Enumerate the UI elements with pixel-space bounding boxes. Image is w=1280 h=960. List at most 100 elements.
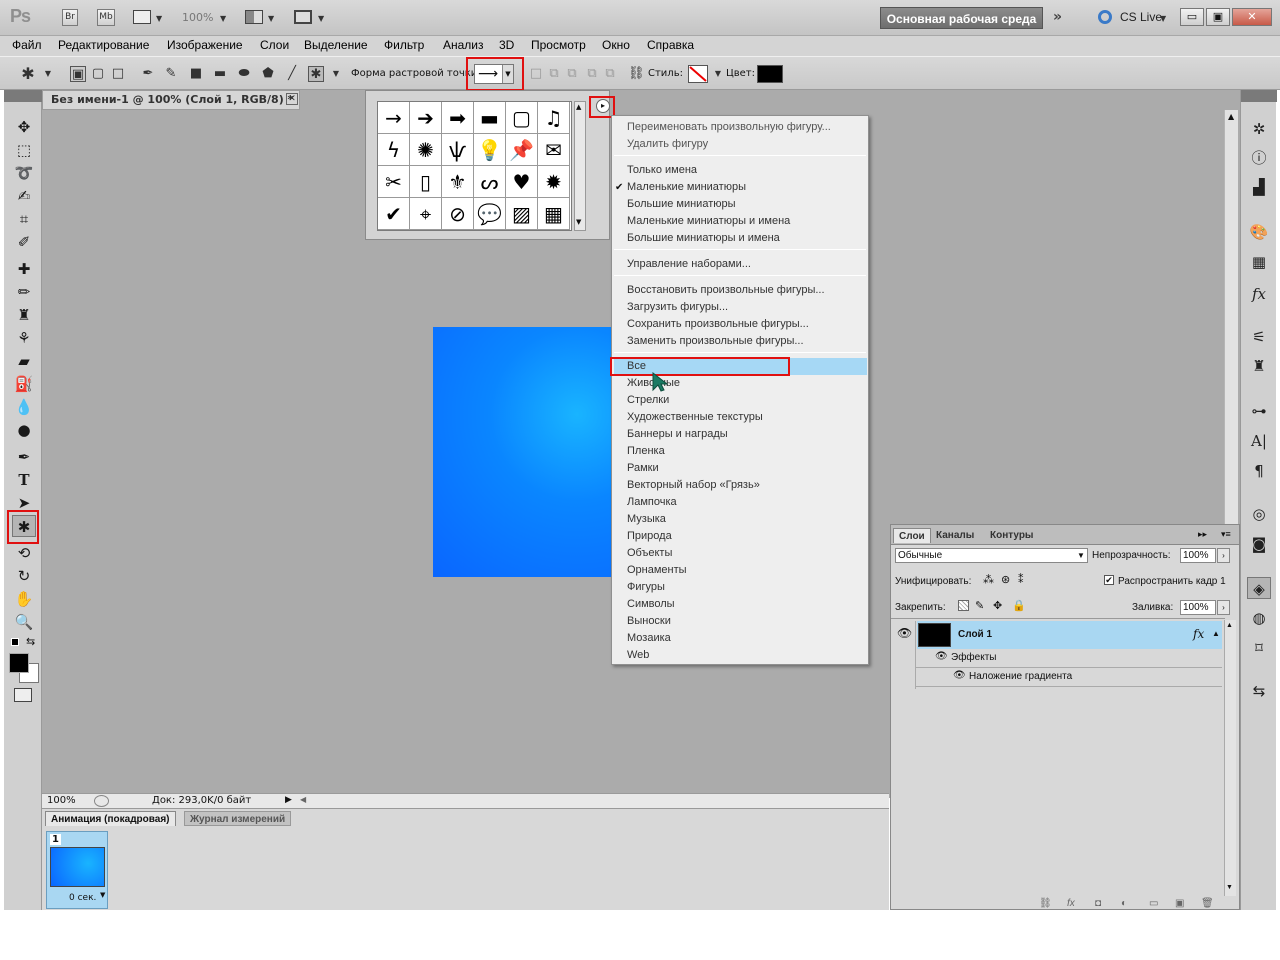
menu-edit[interactable]: Редактирование — [58, 38, 149, 52]
shape-frame-icon[interactable]: ▢ — [506, 102, 538, 134]
fill-field[interactable]: 100% — [1180, 600, 1216, 615]
custom-shape-option-icon[interactable]: ✱ — [308, 66, 324, 82]
menu-item-lightbulb[interactable]: Лампочка — [627, 494, 677, 511]
add-style-icon[interactable]: fx — [1067, 898, 1075, 909]
zoom-level[interactable]: 100% — [182, 11, 213, 24]
tool-preset-dropdown-icon[interactable]: ▼ — [40, 66, 56, 82]
menu-item-large-list[interactable]: Большие миниатюры и имена — [627, 230, 780, 247]
marquee-icon[interactable]: ⬚ — [12, 139, 36, 161]
status-info-icon[interactable] — [94, 795, 109, 807]
menu-filter[interactable]: Фильтр — [384, 38, 424, 52]
freeform-pen-icon[interactable]: ✎ — [163, 66, 179, 82]
status-zoom[interactable]: 100% — [47, 795, 76, 806]
tab-measurement-log[interactable]: Журнал измерений — [184, 811, 292, 826]
default-colors-icon[interactable] — [11, 638, 19, 646]
shape-hatch-icon[interactable]: ▨ — [506, 198, 538, 230]
menu-item-delete-shape[interactable]: Удалить фигуру — [627, 136, 708, 153]
shape-heart-icon[interactable]: ♥ — [506, 166, 538, 198]
menu-item-small-list[interactable]: Маленькие миниатюры и имена — [627, 213, 790, 230]
history-brush-icon[interactable]: ⚘ — [12, 327, 36, 349]
view-extras-dropdown-icon[interactable]: ▼ — [156, 14, 162, 23]
menu-item-talk-bubbles[interactable]: Выноски — [627, 613, 671, 630]
menu-window[interactable]: Окно — [602, 38, 630, 52]
paragraph-icon[interactable]: ¶ — [1247, 460, 1271, 482]
dock-header[interactable] — [1241, 90, 1277, 102]
combine-mode-new-icon[interactable]: □ — [528, 66, 544, 82]
layers-scroll-up-icon[interactable]: ▲ — [1226, 622, 1233, 629]
cs-live-icon[interactable] — [1098, 10, 1112, 24]
propagate-checkbox[interactable]: ✔ — [1104, 575, 1114, 585]
animation-frame[interactable]: 1 0 сек. ▼ — [46, 831, 108, 909]
paths-icon[interactable]: ▢ — [90, 66, 106, 82]
tool-presets-icon[interactable]: ⊶ — [1247, 400, 1271, 422]
lasso-icon[interactable]: ➰ — [12, 162, 36, 184]
clone-stamp-icon[interactable]: ♜ — [12, 304, 36, 326]
tools-panel-header[interactable] — [4, 90, 42, 102]
foreground-color-swatch[interactable] — [9, 653, 29, 673]
menu-item-symbols[interactable]: Символы — [627, 596, 675, 613]
color-swatch[interactable] — [757, 65, 783, 83]
layers-panel-icon[interactable]: ◈ — [1247, 577, 1271, 599]
adjustment-layer-icon[interactable]: ◐ — [1121, 898, 1127, 909]
shape-scissors-icon[interactable]: ✂ — [378, 166, 410, 198]
shape-arrow-thin-icon[interactable]: → — [378, 102, 410, 134]
menu-image[interactable]: Изображение — [167, 38, 243, 52]
shape-scroll-up-icon[interactable]: ▲ — [576, 103, 581, 111]
layer-name[interactable]: Слой 1 — [958, 629, 992, 640]
opacity-field[interactable]: 100% — [1180, 548, 1216, 563]
character-icon[interactable]: A| — [1247, 430, 1271, 452]
combine-mode-exclude-icon[interactable]: ⧉ — [602, 66, 618, 82]
shape-layers-icon[interactable]: ▣ — [70, 66, 86, 82]
new-layer-icon[interactable]: ▣ — [1175, 898, 1184, 909]
bridge-button[interactable]: Br — [62, 9, 78, 26]
arrange-documents-icon[interactable] — [245, 10, 263, 24]
menu-layers[interactable]: Слои — [260, 38, 289, 52]
geometry-options-icon[interactable]: ▼ — [328, 66, 344, 82]
combine-mode-subtract-icon[interactable]: ⧉ — [564, 66, 580, 82]
maximize-button[interactable]: ▣ — [1206, 8, 1230, 26]
lock-all-icon[interactable]: 🔒 — [1012, 599, 1026, 612]
blur-icon[interactable]: 💧 — [12, 396, 36, 418]
shape-speech-bubble-icon[interactable]: 💬 — [474, 198, 506, 230]
tool-preset-icon[interactable]: ✱ — [20, 66, 36, 82]
shape-lightbulb-icon[interactable]: 💡 — [474, 134, 506, 166]
layer-visibility-eye-icon[interactable]: 👁 — [897, 626, 912, 640]
combine-mode-add-icon[interactable]: ⧉ — [546, 66, 562, 82]
canvas-image[interactable] — [433, 327, 613, 577]
tab-paths[interactable]: Контуры — [985, 528, 1038, 543]
menu-help[interactable]: Справка — [647, 38, 694, 52]
clone-source-icon[interactable]: ♜ — [1247, 355, 1271, 377]
brushes-icon[interactable]: ⚟ — [1247, 326, 1271, 348]
add-mask-icon[interactable]: ◘ — [1095, 898, 1101, 909]
menu-item-film[interactable]: Пленка — [627, 443, 665, 460]
link-icon[interactable]: ⛓ — [628, 66, 645, 82]
menu-item-large-thumbnails[interactable]: Большие миниатюры — [627, 196, 736, 213]
document-tab[interactable]: Без имени-1 @ 100% (Слой 1, RGB/8) * ✕ — [42, 90, 300, 110]
shape-no-sign-icon[interactable]: ⊘ — [442, 198, 474, 230]
arrange-dropdown-icon[interactable]: ▼ — [268, 14, 274, 23]
status-menu-icon[interactable]: ▶ — [285, 795, 292, 805]
menu-item-rename-shape[interactable]: Переименовать произвольную фигуру... — [627, 119, 831, 136]
lock-position-icon[interactable]: ✥ — [993, 599, 1002, 612]
ellipse-icon[interactable]: ⬬ — [236, 66, 252, 82]
blend-mode-select[interactable]: Обычные — [895, 548, 1088, 563]
rounded-rectangle-icon[interactable]: ▬ — [212, 66, 228, 82]
quick-mask-icon[interactable] — [14, 688, 32, 702]
shape-checker-icon[interactable]: ▦ — [538, 198, 570, 230]
menu-item-ornaments[interactable]: Орнаменты — [627, 562, 687, 579]
menu-item-save-shapes[interactable]: Сохранить произвольные фигуры... — [627, 316, 809, 333]
type-icon[interactable]: T — [12, 469, 36, 491]
combine-mode-intersect-icon[interactable]: ⧉ — [584, 66, 600, 82]
pen-tool-icon[interactable]: ✒ — [140, 66, 156, 82]
menu-item-small-thumbnails[interactable]: Маленькие миниатюры — [627, 179, 746, 196]
menu-item-arrows[interactable]: Стрелки — [627, 392, 669, 409]
delete-layer-icon[interactable]: 🗑 — [1201, 898, 1214, 909]
menu-item-shapes[interactable]: Фигуры — [627, 579, 665, 596]
menu-item-frames[interactable]: Рамки — [627, 460, 659, 477]
cs-live-label[interactable]: CS Live — [1120, 10, 1162, 24]
healing-brush-icon[interactable]: ✚ — [12, 258, 36, 280]
minimize-button[interactable]: ▭ — [1180, 8, 1204, 26]
shape-snail-icon[interactable]: ᔕ — [474, 166, 506, 198]
fill-pixels-icon[interactable]: □ — [110, 66, 126, 82]
blend-mode-dropdown-icon[interactable]: ▼ — [1077, 551, 1085, 560]
